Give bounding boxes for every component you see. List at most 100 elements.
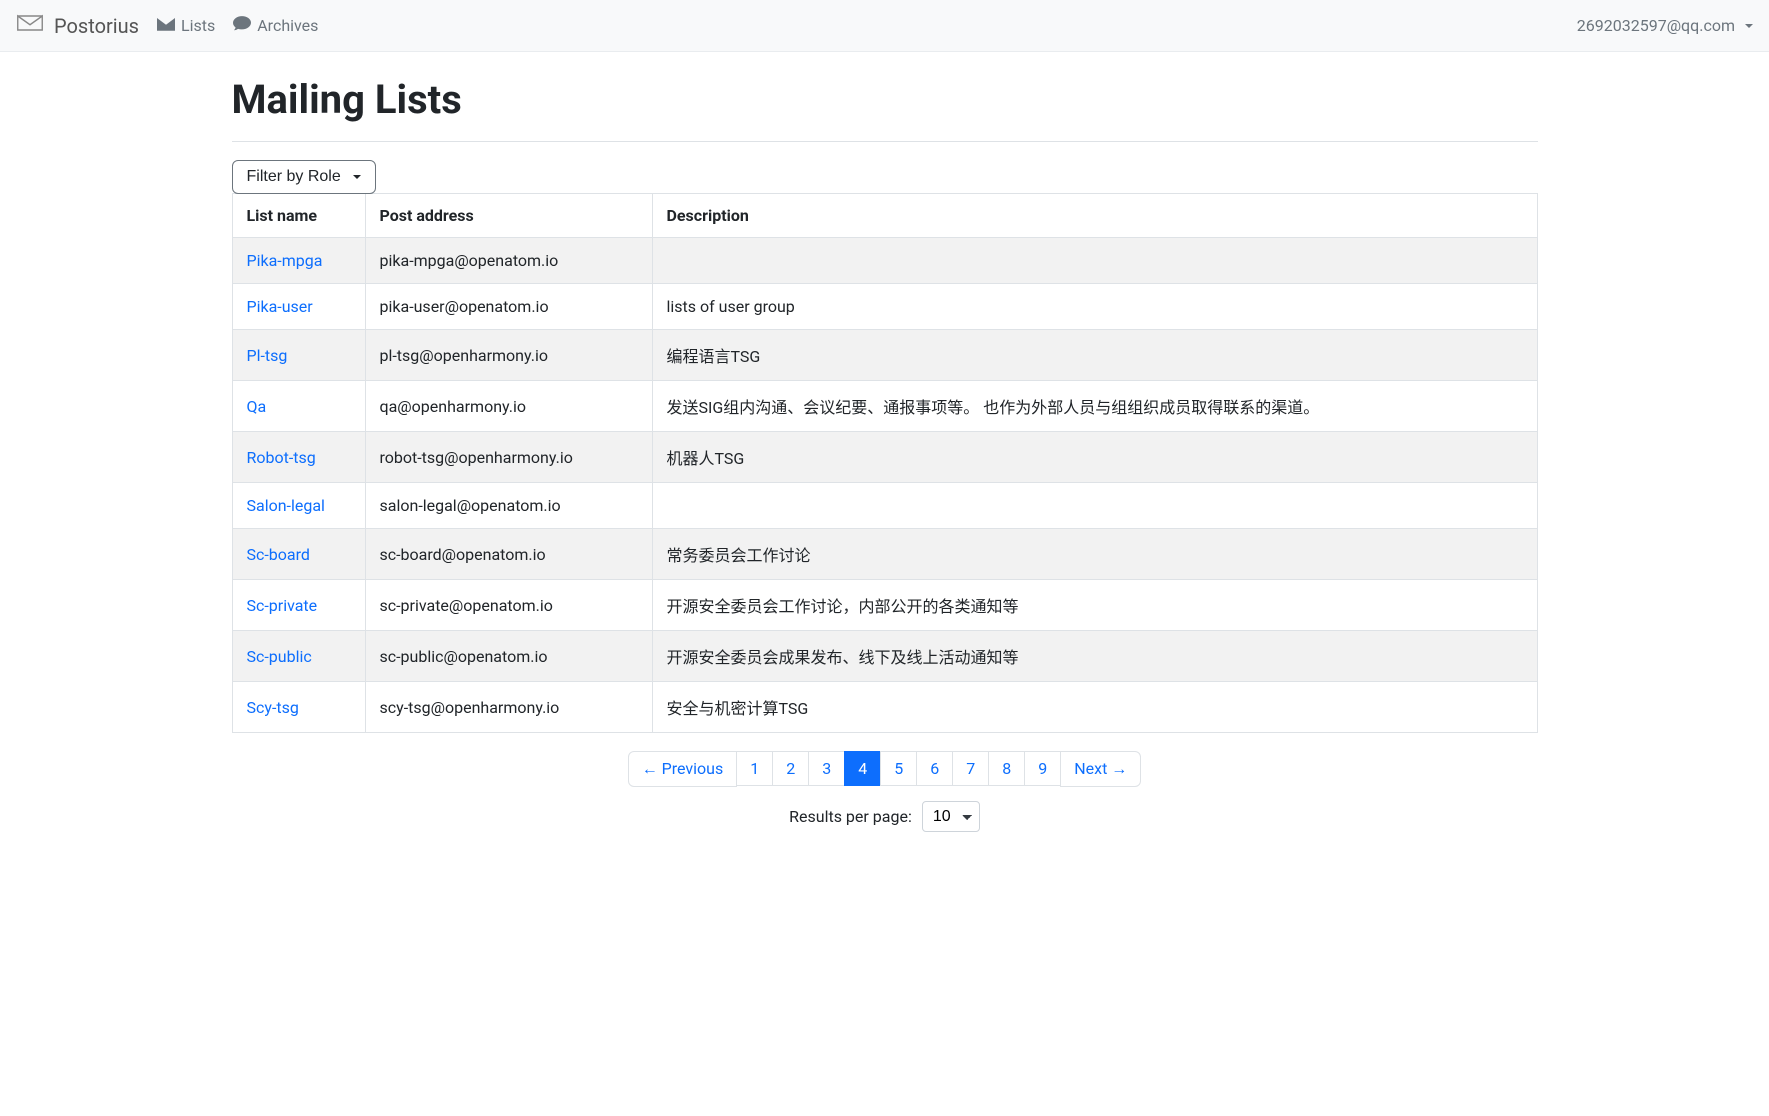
list-name-link[interactable]: Sc-public xyxy=(247,647,312,666)
page-6[interactable]: 6 xyxy=(916,751,953,786)
results-per-page-label: Results per page: xyxy=(789,807,912,826)
page-item: 7 xyxy=(953,751,989,787)
brand-link[interactable]: Postorius xyxy=(16,11,139,40)
table-row: Pika-mpga pika-mpga@openatom.io xyxy=(232,238,1537,284)
table-row: Sc-private sc-private@openatom.io开源安全委员会工… xyxy=(232,580,1537,631)
list-name-link[interactable]: Scy-tsg xyxy=(247,698,299,717)
chevron-down-icon xyxy=(1745,24,1753,28)
page-item: 6 xyxy=(917,751,953,787)
pagination: ← Previous123456789Next → xyxy=(232,751,1538,787)
main-container: Mailing Lists Filter by Role List name P… xyxy=(220,76,1550,832)
cell-list-name: Pika-mpga xyxy=(232,238,365,284)
page-item: 2 xyxy=(773,751,809,787)
cell-post-address: sc-public@openatom.io xyxy=(365,631,652,682)
page-item: ← Previous xyxy=(628,751,738,787)
nav-link-lists[interactable]: Lists xyxy=(157,16,215,36)
list-name-link[interactable]: Salon-legal xyxy=(247,496,325,515)
page-item: 9 xyxy=(1025,751,1061,787)
cell-description xyxy=(652,238,1537,284)
col-header-desc: Description xyxy=(652,194,1537,238)
cell-post-address: pika-user@openatom.io xyxy=(365,284,652,330)
cell-description: 发送SIG组内沟通、会议纪要、通报事项等。 也作为外部人员与组组织成员取得联系的… xyxy=(652,381,1537,432)
cell-post-address: scy-tsg@openharmony.io xyxy=(365,682,652,733)
col-header-post: Post address xyxy=(365,194,652,238)
chevron-down-icon xyxy=(353,175,361,179)
cell-post-address: qa@openharmony.io xyxy=(365,381,652,432)
page-prev[interactable]: ← Previous xyxy=(628,751,738,787)
cell-post-address: pl-tsg@openharmony.io xyxy=(365,330,652,381)
page-item: 8 xyxy=(989,751,1025,787)
list-name-link[interactable]: Sc-board xyxy=(247,545,310,564)
cell-list-name: Sc-public xyxy=(232,631,365,682)
page-5[interactable]: 5 xyxy=(880,751,917,786)
results-per-page-select[interactable]: 10 xyxy=(922,801,980,832)
cell-list-name: Robot-tsg xyxy=(232,432,365,483)
list-name-link[interactable]: Pl-tsg xyxy=(247,346,288,365)
page-item: 3 xyxy=(809,751,845,787)
nav-lists-label: Lists xyxy=(181,16,215,35)
cell-list-name: Salon-legal xyxy=(232,483,365,529)
col-header-name: List name xyxy=(232,194,365,238)
list-name-link[interactable]: Qa xyxy=(247,397,267,416)
cell-list-name: Pika-user xyxy=(232,284,365,330)
brand-text: Postorius xyxy=(54,14,139,38)
comment-icon xyxy=(233,16,251,36)
page-8[interactable]: 8 xyxy=(988,751,1025,786)
table-row: Pika-user pika-user@openatom.iolists of u… xyxy=(232,284,1537,330)
cell-post-address: pika-mpga@openatom.io xyxy=(365,238,652,284)
nav-archives-label: Archives xyxy=(257,16,318,35)
filter-by-role-button[interactable]: Filter by Role xyxy=(232,160,376,194)
envelope-icon xyxy=(157,16,175,36)
table-row: Qa qa@openharmony.io发送SIG组内沟通、会议纪要、通报事项等。… xyxy=(232,381,1537,432)
separator xyxy=(232,141,1538,142)
cell-list-name: Qa xyxy=(232,381,365,432)
cell-list-name: Sc-private xyxy=(232,580,365,631)
page-item: Next → xyxy=(1061,751,1141,787)
page-item: 1 xyxy=(737,751,773,787)
list-name-link[interactable]: Sc-private xyxy=(247,596,318,615)
list-name-link[interactable]: Robot-tsg xyxy=(247,448,316,467)
table-row: Salon-legalsalon-legal@openatom.io xyxy=(232,483,1537,529)
results-per-page-row: Results per page: 10 xyxy=(232,801,1538,832)
table-row: Sc-board sc-board@openatom.io常务委员会工作讨论 xyxy=(232,529,1537,580)
page-item: 4 xyxy=(845,751,881,787)
cell-description: 安全与机密计算TSG xyxy=(652,682,1537,733)
list-name-link[interactable]: Pika-mpga xyxy=(247,251,323,270)
table-header-row: List name Post address Description xyxy=(232,194,1537,238)
table-row: Scy-tsg scy-tsg@openharmony.io安全与机密计算TSG xyxy=(232,682,1537,733)
table-row: Sc-public sc-public@openatom.io开源安全委员会成果发… xyxy=(232,631,1537,682)
filter-button-label: Filter by Role xyxy=(247,168,341,186)
cell-description: 编程语言TSG xyxy=(652,330,1537,381)
page-7[interactable]: 7 xyxy=(952,751,989,786)
cell-description: 常务委员会工作讨论 xyxy=(652,529,1537,580)
cell-post-address: sc-board@openatom.io xyxy=(365,529,652,580)
user-menu[interactable]: 2692032597@qq.com xyxy=(1577,16,1753,35)
page-4: 4 xyxy=(844,751,881,786)
user-email: 2692032597@qq.com xyxy=(1577,16,1735,35)
nav-link-archives[interactable]: Archives xyxy=(233,16,318,36)
navbar: Postorius Lists Archives 2692032597@qq.c… xyxy=(0,0,1769,52)
page-2[interactable]: 2 xyxy=(772,751,809,786)
list-name-link[interactable]: Pika-user xyxy=(247,297,313,316)
page-item: 5 xyxy=(881,751,917,787)
table-row: Robot-tsg robot-tsg@openharmony.io机器人TSG xyxy=(232,432,1537,483)
cell-description: lists of user group xyxy=(652,284,1537,330)
cell-post-address: sc-private@openatom.io xyxy=(365,580,652,631)
page-next[interactable]: Next → xyxy=(1060,751,1141,787)
cell-list-name: Sc-board xyxy=(232,529,365,580)
cell-list-name: Scy-tsg xyxy=(232,682,365,733)
nav-left: Postorius Lists Archives xyxy=(16,11,318,40)
cell-description: 开源安全委员会成果发布、线下及线上活动通知等 xyxy=(652,631,1537,682)
page-3[interactable]: 3 xyxy=(808,751,845,786)
mailing-lists-table: List name Post address Description Pika-… xyxy=(232,193,1538,733)
page-title: Mailing Lists xyxy=(232,76,1538,123)
cell-description: 开源安全委员会工作讨论，内部公开的各类通知等 xyxy=(652,580,1537,631)
table-row: Pl-tsg pl-tsg@openharmony.io编程语言TSG xyxy=(232,330,1537,381)
envelope-logo-icon xyxy=(16,11,44,40)
cell-description xyxy=(652,483,1537,529)
page-1[interactable]: 1 xyxy=(736,751,773,786)
page-9[interactable]: 9 xyxy=(1024,751,1061,786)
cell-description: 机器人TSG xyxy=(652,432,1537,483)
cell-post-address: robot-tsg@openharmony.io xyxy=(365,432,652,483)
cell-list-name: Pl-tsg xyxy=(232,330,365,381)
